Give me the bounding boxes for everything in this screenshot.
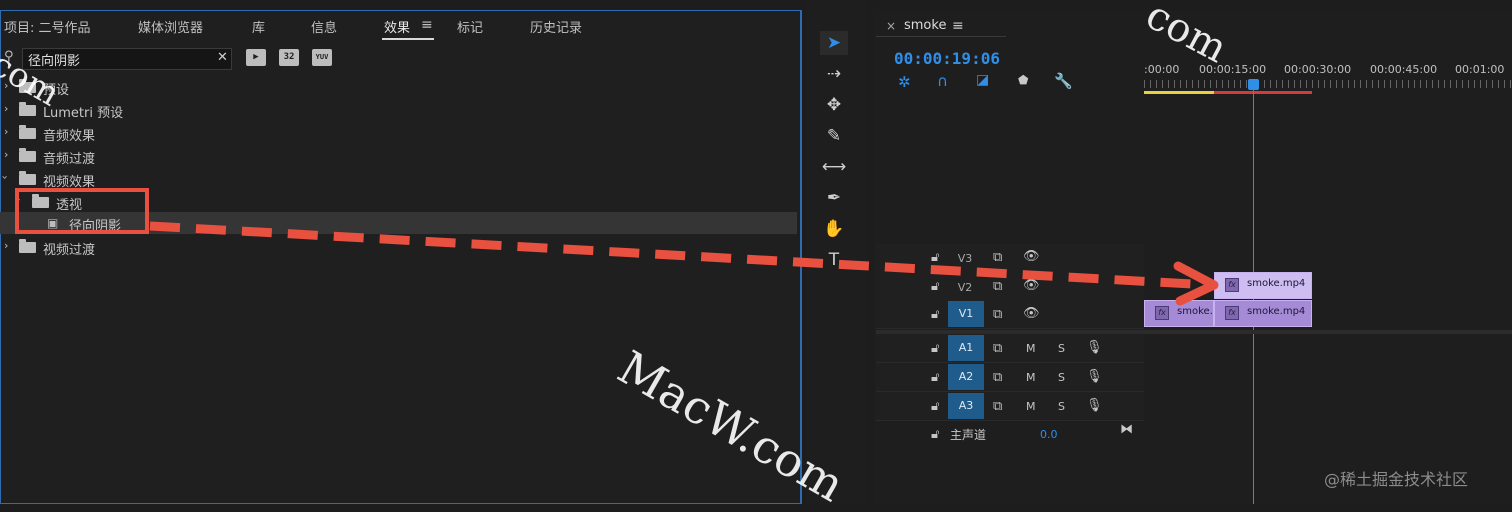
credit-watermark: @稀土掘金技术社区 [1324, 470, 1469, 489]
highlight-box [15, 188, 149, 234]
drag-arrow-line [149, 221, 1193, 289]
